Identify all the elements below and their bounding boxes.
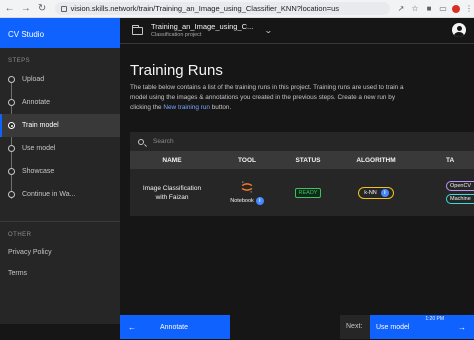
- profile-icon[interactable]: [452, 4, 461, 13]
- sidebar: CV Studio STEPS Upload Annotate Train mo…: [0, 18, 120, 324]
- address-bar[interactable]: vision.skills.network/train/Training_an_…: [54, 2, 391, 15]
- column-header-algorithm[interactable]: ALGORITHM: [336, 157, 416, 164]
- divider: [0, 221, 120, 222]
- share-icon[interactable]: ↗: [396, 4, 406, 14]
- main-content: Training Runs The table below contains a…: [120, 45, 474, 315]
- tag-opencv: OpenCV: [446, 181, 474, 191]
- step-complete-icon: [8, 76, 15, 83]
- run-algorithm: k-NN i: [336, 186, 416, 199]
- next-step-button[interactable]: Use model →: [370, 315, 474, 339]
- project-type: Classification project: [151, 31, 202, 38]
- page-title: Training Runs: [130, 62, 223, 79]
- reload-icon[interactable]: ↻: [35, 2, 48, 16]
- run-status: READY: [280, 187, 336, 198]
- step-current-icon: [8, 122, 15, 129]
- chevron-down-icon[interactable]: ⌄: [264, 26, 273, 35]
- back-icon[interactable]: ←: [3, 2, 16, 16]
- next-prefix: Next:: [346, 323, 363, 330]
- algorithm-name: k-NN: [364, 189, 377, 196]
- app-header: Training_an_Image_using_C... Classificat…: [120, 18, 474, 44]
- taskbar-clock: 1:20 PM: [425, 316, 444, 322]
- sidebar-item-showcase[interactable]: Showcase: [0, 160, 120, 183]
- step-incomplete-icon: [8, 145, 15, 152]
- steps-heading: STEPS: [8, 58, 31, 64]
- folder-icon: [132, 24, 143, 35]
- table-search: [130, 132, 474, 152]
- next-step-label: Use model: [376, 323, 410, 331]
- run-name[interactable]: Image Classification with Faizan: [130, 184, 214, 202]
- project-name: Training_an_Image_using_C...: [151, 22, 254, 31]
- terms-link[interactable]: Terms: [0, 263, 120, 284]
- sidebar-item-annotate[interactable]: Annotate: [0, 91, 120, 114]
- sidebar-item-label: Continue in Wa...: [22, 191, 76, 198]
- new-training-run-link[interactable]: New training run: [163, 104, 210, 111]
- tool-label: Notebook i: [214, 197, 280, 205]
- tool-name: Notebook: [230, 198, 254, 204]
- description-text-end: button.: [209, 104, 232, 111]
- column-header-tags[interactable]: TA: [416, 157, 474, 164]
- search-icon: [138, 138, 144, 145]
- run-tags: OpenCV Machine: [416, 178, 474, 207]
- sidebar-item-train-model[interactable]: Train model: [0, 114, 120, 137]
- training-runs-table: NAME TOOL STATUS ALGORITHM TA Image Clas…: [130, 132, 474, 216]
- steps-list: Upload Annotate Train model Use model Sh…: [0, 68, 120, 206]
- step-navigation: ← Annotate Next: Use model →: [120, 315, 474, 340]
- page-description: The table below contains a list of the t…: [130, 83, 410, 113]
- next-step-area: Next: Use model →: [340, 315, 474, 339]
- sidebar-item-upload[interactable]: Upload: [0, 68, 120, 91]
- forward-icon[interactable]: →: [19, 2, 32, 16]
- browser-toolbar: ← → ↻ vision.skills.network/train/Traini…: [0, 0, 474, 18]
- tag-machine: Machine: [446, 194, 474, 204]
- browser-actions: ↗ ☆ ■ ▭ ⋮: [396, 4, 474, 14]
- sidebar-item-label: Train model: [22, 122, 59, 129]
- menu-icon[interactable]: ⋮: [464, 4, 474, 14]
- info-icon[interactable]: i: [255, 197, 264, 205]
- url-text: vision.skills.network/train/Training_an_…: [70, 4, 340, 13]
- lock-icon: [60, 5, 67, 12]
- run-tool: Notebook i: [214, 180, 280, 205]
- extension-icon[interactable]: ■: [424, 4, 434, 14]
- sidebar-item-use-model[interactable]: Use model: [0, 137, 120, 160]
- previous-step-button[interactable]: ← Annotate: [120, 315, 230, 339]
- column-header-tool[interactable]: TOOL: [214, 157, 280, 164]
- column-header-name[interactable]: NAME: [130, 157, 214, 164]
- project-switcher[interactable]: Training_an_Image_using_C... Classificat…: [151, 23, 253, 38]
- other-heading: OTHER: [8, 232, 32, 238]
- sidebar-item-label: Use model: [22, 145, 56, 152]
- info-icon[interactable]: i: [380, 188, 389, 197]
- algorithm-tag: k-NN i: [358, 186, 394, 199]
- sidebar-item-label: Showcase: [22, 168, 55, 175]
- sidebar-item-label: Annotate: [22, 99, 51, 106]
- previous-step-label: Annotate: [160, 323, 189, 331]
- sidepanel-icon[interactable]: ▭: [438, 4, 448, 14]
- sidebar-item-continue[interactable]: Continue in Wa...: [0, 183, 120, 206]
- status-badge: READY: [294, 187, 322, 198]
- table-header: NAME TOOL STATUS ALGORITHM TA: [130, 152, 474, 169]
- table-row[interactable]: Image Classification with Faizan Noteboo…: [130, 169, 474, 216]
- star-icon[interactable]: ☆: [410, 4, 420, 14]
- step-incomplete-icon: [8, 168, 15, 175]
- search-input[interactable]: [153, 138, 453, 145]
- step-incomplete-icon: [8, 191, 15, 198]
- column-header-status[interactable]: STATUS: [280, 157, 336, 164]
- brand-logo[interactable]: CV Studio: [0, 18, 120, 48]
- step-complete-icon: [8, 99, 15, 106]
- privacy-policy-link[interactable]: Privacy Policy: [0, 242, 120, 263]
- user-avatar-icon[interactable]: [452, 23, 466, 37]
- jupyter-notebook-icon: [241, 181, 253, 193]
- sidebar-item-label: Upload: [22, 76, 45, 83]
